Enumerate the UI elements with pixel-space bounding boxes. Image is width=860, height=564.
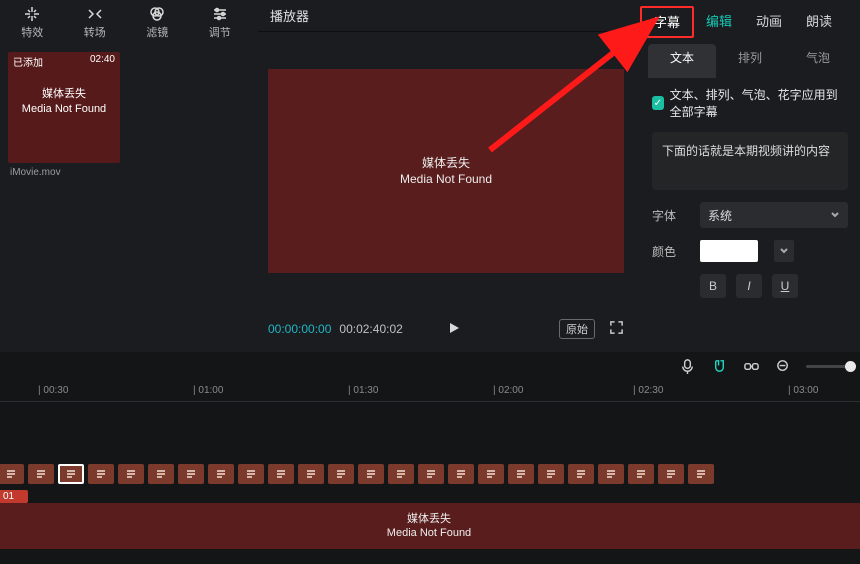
- ruler-tick: 02:00: [498, 385, 523, 396]
- video-track-clip[interactable]: 媒体丢失 Media Not Found: [0, 503, 860, 549]
- tab-transition-label: 转场: [84, 24, 106, 40]
- tab-effects[interactable]: 特效: [2, 4, 63, 40]
- media-clip[interactable]: 已添加 02:40 媒体丢失 Media Not Found: [8, 52, 120, 163]
- play-button[interactable]: [447, 321, 461, 338]
- subtitle-segment[interactable]: [298, 464, 324, 484]
- tab-filter[interactable]: 滤镜: [127, 4, 188, 40]
- link-icon[interactable]: [742, 358, 760, 375]
- inspector-tab-animation[interactable]: 动画: [744, 0, 794, 40]
- media-panel: 特效 转场 滤镜 调节 已添加 02:40 媒体丢失: [0, 0, 252, 348]
- style-underline-button[interactable]: U: [772, 274, 798, 298]
- clip-added-badge: 已添加: [13, 54, 43, 69]
- subtitle-segment[interactable]: [478, 464, 504, 484]
- inspector-tab-subtitle-label: 字幕: [654, 12, 680, 31]
- sparkle-icon: [23, 5, 41, 23]
- tab-adjust-label: 调节: [209, 24, 231, 40]
- zoom-slider[interactable]: [806, 365, 848, 368]
- clip-duration: 02:40: [90, 54, 115, 69]
- subtitle-segment[interactable]: [538, 464, 564, 484]
- ruler-tick: 01:30: [353, 385, 378, 396]
- subtitle-segment[interactable]: [388, 464, 414, 484]
- inspector-tab-subtitle[interactable]: 字幕: [640, 6, 694, 38]
- clip-missing-en: Media Not Found: [13, 102, 115, 117]
- chevron-down-icon: [830, 210, 840, 220]
- magnet-icon[interactable]: [710, 358, 728, 375]
- filter-icon: [148, 5, 166, 23]
- fullscreen-button[interactable]: [609, 320, 624, 338]
- font-select[interactable]: 系统: [700, 202, 848, 228]
- subtitle-segment[interactable]: [178, 464, 204, 484]
- subtitle-segment[interactable]: [568, 464, 594, 484]
- player-missing-cn: 媒体丢失: [422, 155, 470, 171]
- subtitle-segment[interactable]: [448, 464, 474, 484]
- inspector-tab-read[interactable]: 朗读: [794, 0, 844, 40]
- subtab-text[interactable]: 文本: [648, 44, 716, 78]
- timeline-panel: | 00:30 | 01:00 | 01:30 | 02:00 | 02:30 …: [0, 352, 860, 564]
- style-italic-button[interactable]: I: [736, 274, 762, 298]
- subtitle-segment[interactable]: [238, 464, 264, 484]
- apply-all-label: 文本、排列、气泡、花字应用到全部字幕: [670, 86, 848, 120]
- subtitle-segment[interactable]: [418, 464, 444, 484]
- timeline-ruler[interactable]: | 00:30 | 01:00 | 01:30 | 02:00 | 02:30 …: [0, 380, 860, 402]
- ruler-tick: 00:30: [43, 385, 68, 396]
- subtitle-segment[interactable]: [148, 464, 174, 484]
- subtitle-segment[interactable]: [688, 464, 714, 484]
- zoom-out-icon[interactable]: [774, 358, 792, 375]
- tab-filter-label: 滤镜: [146, 24, 168, 40]
- color-swatch[interactable]: [700, 240, 758, 262]
- inspector-tab-read-label: 朗读: [806, 11, 832, 30]
- video-clip-missing-cn: 媒体丢失: [407, 512, 451, 526]
- subtitle-segment[interactable]: [118, 464, 144, 484]
- video-clip-missing-en: Media Not Found: [387, 526, 471, 540]
- ruler-tick: 03:00: [793, 385, 818, 396]
- font-label: 字体: [652, 207, 684, 224]
- subtitle-segment[interactable]: [28, 464, 54, 484]
- subtitle-segment[interactable]: [598, 464, 624, 484]
- clip-missing-cn: 媒体丢失: [13, 87, 115, 102]
- caption-track-label: 01: [0, 490, 28, 503]
- subtitle-segment[interactable]: [508, 464, 534, 484]
- inspector-panel: 字幕 编辑 动画 朗读 文本 排列 气泡 文本、排列、气泡、花字应用到全部字幕 …: [640, 0, 860, 348]
- aspect-ratio-button[interactable]: 原始: [559, 319, 595, 339]
- subtitle-segment[interactable]: [88, 464, 114, 484]
- subtitle-segment[interactable]: [328, 464, 354, 484]
- subtitle-segment[interactable]: [628, 464, 654, 484]
- subtitle-segment[interactable]: [658, 464, 684, 484]
- clip-filename: iMovie.mov: [8, 167, 244, 178]
- player-missing-en: Media Not Found: [400, 171, 492, 187]
- apply-all-checkbox[interactable]: [652, 96, 664, 110]
- chevron-down-icon: [779, 246, 789, 256]
- subtitle-segment[interactable]: [208, 464, 234, 484]
- subtitle-textarea[interactable]: 下面的话就是本期视频讲的内容: [652, 132, 848, 190]
- color-dropdown[interactable]: [774, 240, 794, 262]
- mic-icon[interactable]: [678, 358, 696, 375]
- inspector-tab-animation-label: 动画: [756, 11, 782, 30]
- font-value: 系统: [708, 207, 732, 224]
- player-panel: 播放器 媒体丢失 Media Not Found 00:00:00:00 00:…: [258, 0, 634, 348]
- subtitle-segment[interactable]: [268, 464, 294, 484]
- sliders-icon: [211, 5, 229, 23]
- color-label: 颜色: [652, 243, 684, 260]
- time-total: 00:02:40:02: [339, 322, 402, 336]
- time-current: 00:00:00:00: [268, 322, 331, 336]
- subtitle-track[interactable]: [0, 464, 860, 486]
- tab-transition[interactable]: 转场: [65, 4, 126, 40]
- subtab-bubble[interactable]: 气泡: [784, 44, 852, 78]
- subtitle-segment[interactable]: [0, 464, 24, 484]
- ruler-tick: 02:30: [638, 385, 663, 396]
- subtitle-segment[interactable]: [358, 464, 384, 484]
- style-bold-button[interactable]: B: [700, 274, 726, 298]
- inspector-tab-edit-label: 编辑: [706, 11, 732, 30]
- tab-adjust[interactable]: 调节: [190, 4, 251, 40]
- tab-effects-label: 特效: [21, 24, 43, 40]
- inspector-tab-edit[interactable]: 编辑: [694, 0, 744, 40]
- player-title: 播放器: [258, 0, 634, 32]
- transition-icon: [86, 5, 104, 23]
- ruler-tick: 01:00: [198, 385, 223, 396]
- subtab-arrange[interactable]: 排列: [716, 44, 784, 78]
- player-canvas[interactable]: 媒体丢失 Media Not Found: [268, 69, 624, 273]
- subtitle-segment[interactable]: [58, 464, 84, 484]
